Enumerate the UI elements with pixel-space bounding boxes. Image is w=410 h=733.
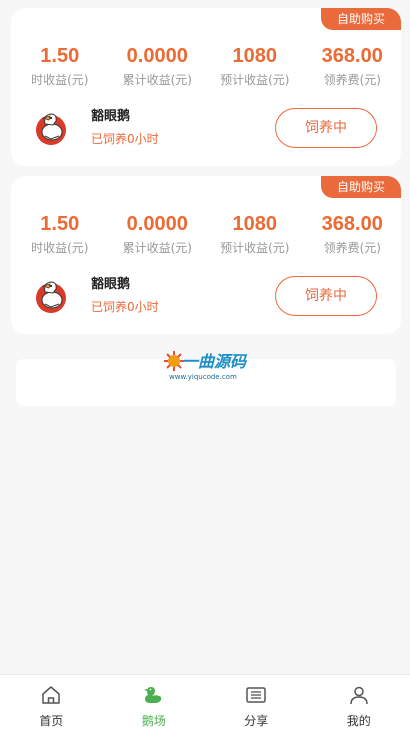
share-icon: [246, 687, 266, 703]
stat-label: 时收益(元): [31, 73, 89, 87]
stat-label: 累计收益(元): [122, 73, 192, 87]
watermark-name: 一曲源码: [182, 352, 247, 371]
bottom-tab-bar: 首页 鹅场 分享 我的: [0, 674, 410, 733]
stat-label: 累计收益(元): [122, 241, 192, 255]
stat-adoption-fee: 368.00 领养费(元): [304, 42, 402, 90]
stat-label: 预计收益(元): [220, 241, 290, 255]
stat-value: 1.50: [40, 213, 80, 235]
goose-row: 豁眼鹅 已饲养0小时 饲养中: [33, 108, 393, 152]
tab-mine[interactable]: 我的: [308, 675, 410, 733]
tab-home[interactable]: 首页: [0, 675, 103, 733]
stat-hourly-income: 1.50 时收益(元): [11, 210, 109, 258]
stat-label: 时收益(元): [31, 241, 89, 255]
watermark-url: www.yiqucode.com: [169, 373, 237, 381]
goose-row: 豁眼鹅 已饲养0小时 饲养中: [33, 276, 393, 320]
home-icon: [42, 686, 60, 704]
tab-label: 分享: [244, 714, 269, 728]
feeding-button[interactable]: 饲养中: [275, 276, 377, 316]
goose-icon: [143, 687, 161, 703]
goose-card: 自助购买 1.50 时收益(元) 0.0000 累计收益(元) 1080 预计收…: [11, 8, 401, 166]
stat-value: 1.50: [40, 45, 80, 67]
stat-total-income: 0.0000 累计收益(元): [109, 42, 207, 90]
stat-label: 领养费(元): [323, 73, 381, 87]
stat-expected-income: 1080 预计收益(元): [206, 210, 304, 258]
stats-row: 1.50 时收益(元) 0.0000 累计收益(元) 1080 预计收益(元) …: [11, 42, 401, 90]
goose-card: 自助购买 1.50 时收益(元) 0.0000 累计收益(元) 1080 预计收…: [11, 176, 401, 334]
stat-label: 预计收益(元): [220, 73, 290, 87]
stat-value: 0.0000: [126, 213, 188, 235]
stat-label: 领养费(元): [323, 241, 381, 255]
stat-adoption-fee: 368.00 领养费(元): [304, 210, 402, 258]
stat-hourly-income: 1.50 时收益(元): [11, 42, 109, 90]
stat-expected-income: 1080 预计收益(元): [206, 42, 304, 90]
goose-avatar-icon: [36, 113, 66, 145]
stat-value: 368.00: [321, 213, 383, 235]
stat-value: 1080: [232, 213, 278, 235]
goose-name: 豁眼鹅: [91, 109, 131, 124]
stats-row: 1.50 时收益(元) 0.0000 累计收益(元) 1080 预计收益(元) …: [11, 210, 401, 258]
feeding-status: 已饲养0小时: [91, 132, 159, 146]
user-icon: [350, 686, 368, 705]
self-purchase-badge[interactable]: 自助购买: [321, 8, 401, 30]
tab-label: 我的: [346, 714, 371, 728]
tab-label: 鹅场: [141, 714, 166, 728]
stat-value: 1080: [232, 45, 278, 67]
stat-value: 368.00: [321, 45, 383, 67]
tab-goose-farm[interactable]: 鹅场: [103, 675, 206, 733]
feeding-status: 已饲养0小时: [91, 300, 159, 314]
stat-total-income: 0.0000 累计收益(元): [109, 210, 207, 258]
tab-label: 首页: [39, 714, 64, 728]
self-purchase-badge[interactable]: 自助购买: [321, 176, 401, 198]
feeding-button[interactable]: 饲养中: [275, 108, 377, 148]
tab-share[interactable]: 分享: [205, 675, 308, 733]
goose-avatar-icon: [36, 281, 66, 313]
goose-name: 豁眼鹅: [91, 277, 131, 292]
stat-value: 0.0000: [126, 45, 188, 67]
